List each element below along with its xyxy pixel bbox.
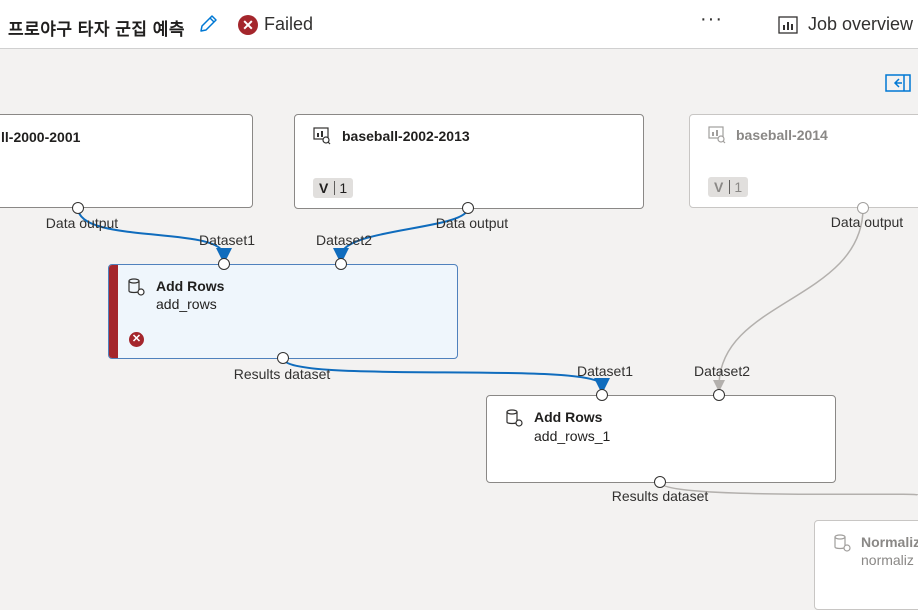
output-port[interactable] — [72, 202, 84, 214]
input-port-dataset2[interactable] — [335, 258, 347, 270]
version-badge: V 1 — [708, 177, 749, 197]
output-port[interactable] — [277, 352, 289, 364]
dataset-icon — [313, 127, 331, 145]
node-title: Add Rows — [534, 409, 603, 425]
node-subtitle: normaliz — [861, 552, 914, 568]
node-add-rows-1[interactable]: Add Rows add_rows_1 — [486, 395, 836, 483]
port-label-dataset2: Dataset2 — [315, 232, 373, 248]
version-number: 1 — [339, 180, 348, 196]
node-baseball-2000-2001[interactable]: ll-2000-2001 — [0, 114, 253, 208]
port-label-dataset1: Dataset1 — [576, 363, 634, 379]
edge-2014-to-addrows1 — [713, 207, 864, 392]
edge-addrows-to-addrows1 — [282, 357, 610, 394]
component-module-icon — [506, 409, 523, 427]
node-title: Add Rows — [156, 278, 225, 294]
port-label-dataset2: Dataset2 — [693, 363, 751, 379]
node-title: baseball-2014 — [736, 127, 828, 143]
node-title: Normaliz — [861, 534, 918, 550]
port-label-data-output: Data output — [830, 214, 904, 230]
node-title: baseball-2002-2013 — [342, 128, 470, 144]
port-label-data-output: Data output — [435, 215, 509, 231]
port-label-data-output: Data output — [45, 215, 119, 231]
node-failed-icon: ✕ — [129, 332, 144, 347]
version-badge: V 1 — [313, 178, 354, 198]
node-subtitle: add_rows — [156, 296, 217, 312]
dataset-icon — [708, 126, 726, 144]
input-port-dataset2[interactable] — [713, 389, 725, 401]
input-port-dataset1[interactable] — [218, 258, 230, 270]
node-normalize[interactable]: Normaliz normaliz — [814, 520, 918, 610]
port-label-results-dataset: Results dataset — [611, 488, 709, 504]
node-title: ll-2000-2001 — [1, 129, 81, 145]
output-port[interactable] — [462, 202, 474, 214]
node-baseball-2002-2013[interactable]: baseball-2002-2013 V 1 — [294, 114, 644, 209]
node-subtitle: add_rows_1 — [534, 428, 611, 444]
output-port[interactable] — [857, 202, 869, 214]
version-number: 1 — [734, 179, 743, 195]
component-module-icon — [128, 278, 145, 296]
node-add-rows[interactable]: Add Rows add_rows ✕ — [108, 264, 458, 359]
node-baseball-2014[interactable]: baseball-2014 V 1 — [689, 114, 918, 208]
component-module-icon — [834, 534, 851, 552]
port-label-dataset1: Dataset1 — [198, 232, 256, 248]
port-label-results-dataset: Results dataset — [233, 366, 331, 382]
input-port-dataset1[interactable] — [596, 389, 608, 401]
output-port[interactable] — [654, 476, 666, 488]
